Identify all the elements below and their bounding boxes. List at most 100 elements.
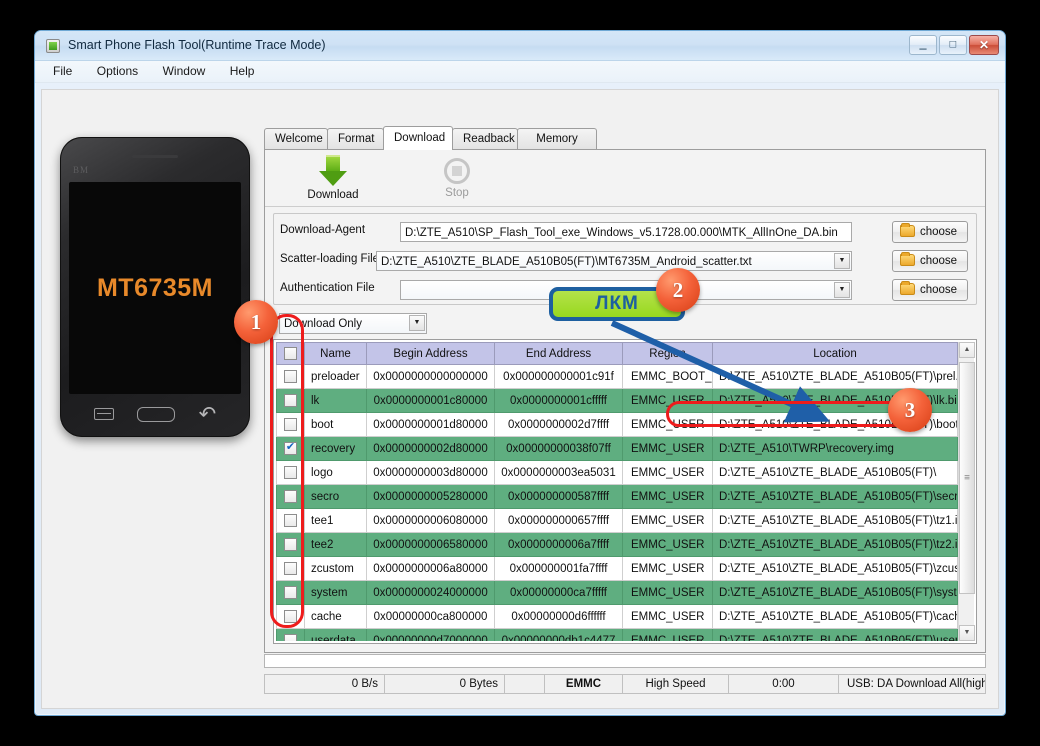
partition-name-cell[interactable]: zcustom	[305, 557, 367, 581]
row-checkbox[interactable]	[284, 394, 297, 407]
table-row[interactable]: userdata0x00000000d70000000x00000000db1c…	[277, 629, 958, 642]
table-row[interactable]: tee10x00000000060800000x000000000657ffff…	[277, 509, 958, 533]
region-cell[interactable]: EMMC_USER	[623, 629, 713, 642]
location-cell[interactable]: D:\ZTE_A510\TWRP\recovery.img	[713, 437, 958, 461]
scatter-file-choose-button[interactable]: choose	[892, 250, 968, 272]
location-cell[interactable]: D:\ZTE_A510\ZTE_BLADE_A510B05(FT)\tz2.i.…	[713, 533, 958, 557]
partition-name-cell[interactable]: lk	[305, 389, 367, 413]
column-header-name[interactable]: Name	[305, 343, 367, 365]
partition-name-cell[interactable]: tee2	[305, 533, 367, 557]
partition-name-cell[interactable]: system	[305, 581, 367, 605]
close-button[interactable]: ✕	[969, 35, 999, 55]
row-checkbox-cell[interactable]	[277, 557, 305, 581]
location-cell[interactable]: D:\ZTE_A510\ZTE_BLADE_A510B05(FT)\tz1.i.…	[713, 509, 958, 533]
auth-file-choose-button[interactable]: choose	[892, 279, 968, 301]
region-cell[interactable]: EMMC_BOOT_1	[623, 365, 713, 389]
download-button[interactable]: Download	[293, 155, 373, 201]
location-cell[interactable]: D:\ZTE_A510\ZTE_BLADE_A510B05(FT)\	[713, 461, 958, 485]
table-row[interactable]: cache0x00000000ca8000000x00000000d6fffff…	[277, 605, 958, 629]
region-cell[interactable]: EMMC_USER	[623, 461, 713, 485]
maximize-button[interactable]: □	[939, 35, 967, 55]
download-mode-select[interactable]: Download Only ▼	[279, 313, 427, 334]
table-row[interactable]: zcustom0x0000000006a800000x000000001fa7f…	[277, 557, 958, 581]
partition-name-cell[interactable]: recovery	[305, 437, 367, 461]
partition-name-cell[interactable]: preloader	[305, 365, 367, 389]
location-cell[interactable]: D:\ZTE_A510\ZTE_BLADE_A510B05(FT)\prel..…	[713, 365, 958, 389]
download-agent-choose-button[interactable]: choose	[892, 221, 968, 243]
region-cell[interactable]: EMMC_USER	[623, 485, 713, 509]
begin-address-cell[interactable]: 0x0000000001c80000	[367, 389, 495, 413]
row-checkbox-cell[interactable]	[277, 629, 305, 642]
chevron-down-icon[interactable]: ▼	[834, 282, 850, 298]
row-checkbox[interactable]	[284, 538, 297, 551]
row-checkbox-cell[interactable]	[277, 485, 305, 509]
row-checkbox-cell[interactable]	[277, 365, 305, 389]
end-address-cell[interactable]: 0x0000000001cfffff	[495, 389, 623, 413]
end-address-cell[interactable]: 0x000000000001c91f	[495, 365, 623, 389]
tab-readback[interactable]: Readback	[452, 128, 518, 150]
end-address-cell[interactable]: 0x0000000003ea5031	[495, 461, 623, 485]
table-row[interactable]: secro0x00000000052800000x000000000587fff…	[277, 485, 958, 509]
chevron-down-icon[interactable]: ▼	[409, 315, 425, 331]
auth-file-combo[interactable]: ▼	[400, 280, 852, 300]
row-checkbox-cell[interactable]	[277, 533, 305, 557]
end-address-cell[interactable]: 0x000000000587ffff	[495, 485, 623, 509]
end-address-cell[interactable]: 0x00000000d6ffffff	[495, 605, 623, 629]
table-vertical-scrollbar[interactable]: ▲ ▼	[958, 342, 974, 641]
row-checkbox[interactable]	[284, 514, 297, 527]
download-agent-input[interactable]: D:\ZTE_A510\SP_Flash_Tool_exe_Windows_v5…	[400, 222, 852, 242]
column-header-end-address[interactable]: End Address	[495, 343, 623, 365]
end-address-cell[interactable]: 0x000000000657ffff	[495, 509, 623, 533]
row-checkbox-cell[interactable]	[277, 461, 305, 485]
region-cell[interactable]: EMMC_USER	[623, 413, 713, 437]
region-cell[interactable]: EMMC_USER	[623, 581, 713, 605]
menu-item-options[interactable]: Options	[87, 61, 148, 81]
begin-address-cell[interactable]: 0x00000000ca800000	[367, 605, 495, 629]
select-all-header[interactable]	[277, 343, 305, 365]
row-checkbox-cell[interactable]	[277, 437, 305, 461]
row-checkbox[interactable]	[284, 466, 297, 479]
end-address-cell[interactable]: 0x00000000db1c4477	[495, 629, 623, 642]
menu-item-help[interactable]: Help	[220, 61, 265, 81]
begin-address-cell[interactable]: 0x0000000006080000	[367, 509, 495, 533]
partition-name-cell[interactable]: boot	[305, 413, 367, 437]
begin-address-cell[interactable]: 0x0000000006580000	[367, 533, 495, 557]
table-row[interactable]: lk0x0000000001c800000x0000000001cfffffEM…	[277, 389, 958, 413]
begin-address-cell[interactable]: 0x0000000005280000	[367, 485, 495, 509]
table-row[interactable]: boot0x0000000001d800000x0000000002d7ffff…	[277, 413, 958, 437]
row-checkbox[interactable]	[284, 490, 297, 503]
table-row[interactable]: logo0x0000000003d800000x0000000003ea5031…	[277, 461, 958, 485]
row-checkbox-cell[interactable]	[277, 509, 305, 533]
partition-name-cell[interactable]: cache	[305, 605, 367, 629]
region-cell[interactable]: EMMC_USER	[623, 437, 713, 461]
partition-name-cell[interactable]: tee1	[305, 509, 367, 533]
row-checkbox[interactable]	[284, 610, 297, 623]
begin-address-cell[interactable]: 0x0000000000000000	[367, 365, 495, 389]
chevron-down-icon[interactable]: ▼	[834, 253, 850, 269]
partition-name-cell[interactable]: secro	[305, 485, 367, 509]
row-checkbox[interactable]	[284, 562, 297, 575]
begin-address-cell[interactable]: 0x0000000001d80000	[367, 413, 495, 437]
location-cell[interactable]: D:\ZTE_A510\ZTE_BLADE_A510B05(FT)\user..…	[713, 629, 958, 642]
row-checkbox[interactable]	[284, 370, 297, 383]
end-address-cell[interactable]: 0x00000000038f07ff	[495, 437, 623, 461]
tab-format[interactable]: Format	[327, 128, 384, 150]
row-checkbox[interactable]	[284, 442, 297, 455]
scroll-down-icon[interactable]: ▼	[959, 625, 975, 641]
scrollbar-thumb[interactable]	[959, 362, 975, 594]
menu-item-window[interactable]: Window	[153, 61, 216, 81]
tab-download[interactable]: Download	[383, 126, 453, 150]
row-checkbox-cell[interactable]	[277, 581, 305, 605]
location-cell[interactable]: D:\ZTE_A510\ZTE_BLADE_A510B05(FT)\secr..…	[713, 485, 958, 509]
location-cell[interactable]: D:\ZTE_A510\ZTE_BLADE_A510B05(FT)\lk.bin	[713, 389, 958, 413]
row-checkbox[interactable]	[284, 586, 297, 599]
begin-address-cell[interactable]: 0x00000000d7000000	[367, 629, 495, 642]
table-row[interactable]: system0x00000000240000000x00000000ca7fff…	[277, 581, 958, 605]
begin-address-cell[interactable]: 0x0000000002d80000	[367, 437, 495, 461]
partition-name-cell[interactable]: logo	[305, 461, 367, 485]
scatter-file-combo[interactable]: D:\ZTE_A510\ZTE_BLADE_A510B05(FT)\MT6735…	[376, 251, 852, 271]
tab-welcome[interactable]: Welcome	[264, 128, 328, 150]
row-checkbox[interactable]	[284, 418, 297, 431]
row-checkbox-cell[interactable]	[277, 389, 305, 413]
location-cell[interactable]: D:\ZTE_A510\ZTE_BLADE_A510B05(FT)\syste.…	[713, 581, 958, 605]
